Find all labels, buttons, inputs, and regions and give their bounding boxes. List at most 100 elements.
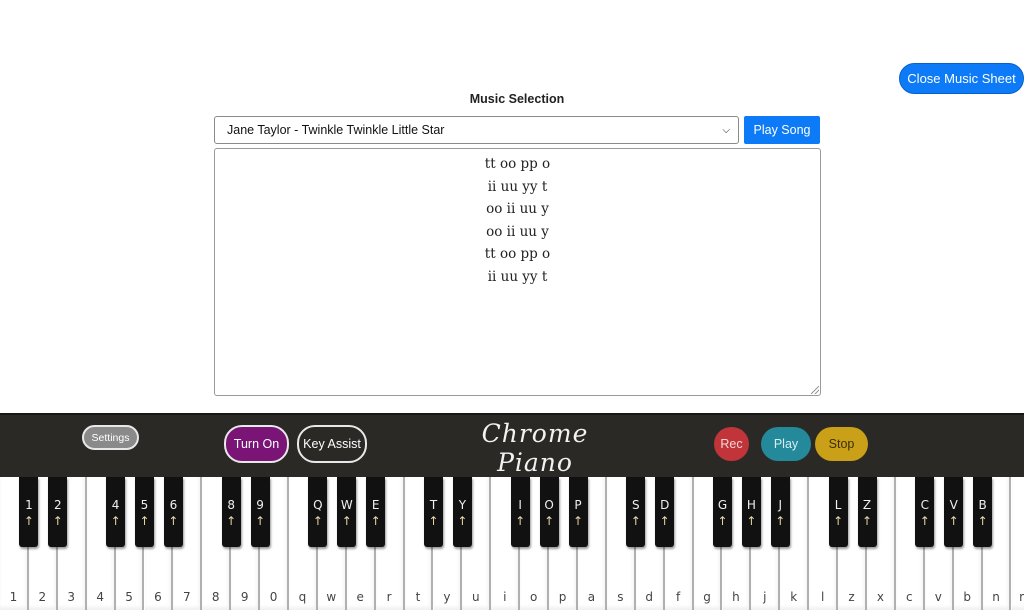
song-select-value: Jane Taylor - Twinkle Twinkle Little Sta… xyxy=(227,123,445,137)
black-key[interactable]: D ↑ xyxy=(655,477,675,547)
black-key-label: D xyxy=(660,498,670,512)
black-key-label: 8 xyxy=(227,498,235,512)
piano-control-bar: Settings Turn On Key Assist Chrome Piano… xyxy=(0,413,1024,477)
black-key[interactable]: S ↑ xyxy=(626,477,646,547)
black-key[interactable]: V ↑ xyxy=(944,477,964,547)
white-key-label: o xyxy=(529,590,538,604)
black-key-label: 4 xyxy=(111,498,120,512)
black-key[interactable]: Z ↑ xyxy=(857,477,877,547)
white-key-label: 9 xyxy=(240,590,249,604)
play-button[interactable]: Play xyxy=(761,427,811,461)
up-arrow-icon: ↑ xyxy=(717,514,728,528)
up-arrow-icon: ↑ xyxy=(370,514,381,528)
black-key[interactable]: 9 ↑ xyxy=(250,477,270,547)
up-arrow-icon: ↑ xyxy=(544,514,555,528)
black-key-label: Q xyxy=(313,498,323,512)
up-arrow-icon: ↑ xyxy=(139,514,150,528)
white-key-label: y xyxy=(443,590,451,604)
black-key[interactable]: O ↑ xyxy=(539,477,559,547)
black-key-label: 1 xyxy=(25,498,33,512)
up-arrow-icon: ↑ xyxy=(746,514,757,528)
white-key-label: d xyxy=(645,590,654,604)
resize-handle-icon[interactable] xyxy=(811,386,819,394)
sheet-line: ii uu yy t xyxy=(487,268,548,285)
music-sheet-textarea[interactable]: tt oo pp o ii uu yy t oo ii uu y oo ii u… xyxy=(214,148,821,396)
white-key-label: 5 xyxy=(125,590,133,604)
white-key-label: l xyxy=(820,590,825,604)
sheet-line: oo ii uu y xyxy=(486,223,549,240)
up-arrow-icon: ↑ xyxy=(428,514,439,528)
black-key[interactable]: E ↑ xyxy=(366,477,386,547)
black-key-label: C xyxy=(920,498,929,512)
black-key-label: J xyxy=(778,498,783,512)
play-song-button[interactable]: Play Song xyxy=(744,116,820,144)
stop-button[interactable]: Stop xyxy=(815,427,868,461)
up-arrow-icon: ↑ xyxy=(515,514,526,528)
white-key-label: x xyxy=(876,590,884,604)
white-key-label: g xyxy=(703,590,711,604)
up-arrow-icon: ↑ xyxy=(168,514,179,528)
white-key-label: r xyxy=(386,590,392,604)
black-key-label: P xyxy=(574,498,582,512)
black-key[interactable]: C ↑ xyxy=(915,477,935,547)
black-key[interactable]: 4 ↑ xyxy=(106,477,126,547)
white-key-label: 7 xyxy=(183,590,191,604)
turn-on-button[interactable]: Turn On xyxy=(224,425,289,463)
black-key[interactable]: 8 ↑ xyxy=(221,477,241,547)
song-select[interactable]: Jane Taylor - Twinkle Twinkle Little Sta… xyxy=(214,116,739,144)
white-key-label: 2 xyxy=(38,590,47,604)
white-key-label: u xyxy=(472,590,480,604)
black-key-label: W xyxy=(340,498,353,512)
black-key[interactable]: T ↑ xyxy=(424,477,443,547)
black-key-label: Z xyxy=(862,498,872,512)
up-arrow-icon: ↑ xyxy=(861,514,873,528)
up-arrow-icon: ↑ xyxy=(833,514,844,528)
white-key-label: n xyxy=(992,590,1000,604)
black-key[interactable]: G ↑ xyxy=(713,477,732,547)
up-arrow-icon: ↑ xyxy=(630,514,641,528)
black-key[interactable]: W ↑ xyxy=(337,477,357,547)
white-key[interactable]: m xyxy=(1011,477,1024,610)
black-key[interactable]: L ↑ xyxy=(828,477,848,547)
white-key-label: q xyxy=(298,590,307,604)
white-key-label: 6 xyxy=(154,590,162,604)
black-key-label: 2 xyxy=(53,498,62,512)
black-key-label: L xyxy=(834,498,842,512)
white-key-label: 8 xyxy=(211,590,220,604)
black-key[interactable]: J ↑ xyxy=(770,477,790,547)
black-key[interactable]: 5 ↑ xyxy=(135,477,154,547)
white-key-label: s xyxy=(617,590,624,604)
sheet-line: tt oo pp o xyxy=(484,156,551,172)
white-key-label: i xyxy=(503,590,507,604)
close-music-sheet-button[interactable]: Close Music Sheet xyxy=(899,63,1024,94)
black-key-label: B xyxy=(978,498,987,512)
sheet-line: tt oo pp o xyxy=(484,246,551,263)
black-key[interactable]: P ↑ xyxy=(568,477,588,547)
black-key[interactable]: I ↑ xyxy=(510,477,530,547)
black-key-label: V xyxy=(949,498,958,512)
up-arrow-icon: ↑ xyxy=(226,514,237,528)
sheet-line: oo ii uu y xyxy=(486,201,549,218)
key-assist-button[interactable]: Key Assist xyxy=(297,425,367,463)
black-key[interactable]: B ↑ xyxy=(973,477,993,547)
white-key-label: t xyxy=(415,590,421,604)
black-key[interactable]: 6 ↑ xyxy=(163,477,183,547)
white-key-label: j xyxy=(763,590,767,604)
black-key[interactable]: Y ↑ xyxy=(452,477,472,547)
white-key-label: p xyxy=(558,590,567,604)
black-key[interactable]: Q ↑ xyxy=(308,477,328,547)
white-key-label: k xyxy=(790,590,798,604)
white-key-label: c xyxy=(906,590,913,604)
up-arrow-icon: ↑ xyxy=(659,514,670,528)
black-key[interactable]: 2 ↑ xyxy=(48,477,68,547)
up-arrow-icon: ↑ xyxy=(255,514,266,528)
white-key-label: v xyxy=(934,590,942,604)
record-button[interactable]: Rec xyxy=(714,427,749,461)
black-key[interactable]: 1 ↑ xyxy=(19,477,39,547)
white-key-label: 1 xyxy=(9,590,18,604)
chrome-piano-page: Close Music Sheet Music Selection Jane T… xyxy=(0,0,1024,610)
black-key[interactable]: H ↑ xyxy=(741,477,761,547)
black-key-label: O xyxy=(544,498,554,512)
settings-button[interactable]: Settings xyxy=(82,425,139,450)
app-logo: Chrome Piano xyxy=(481,419,589,477)
